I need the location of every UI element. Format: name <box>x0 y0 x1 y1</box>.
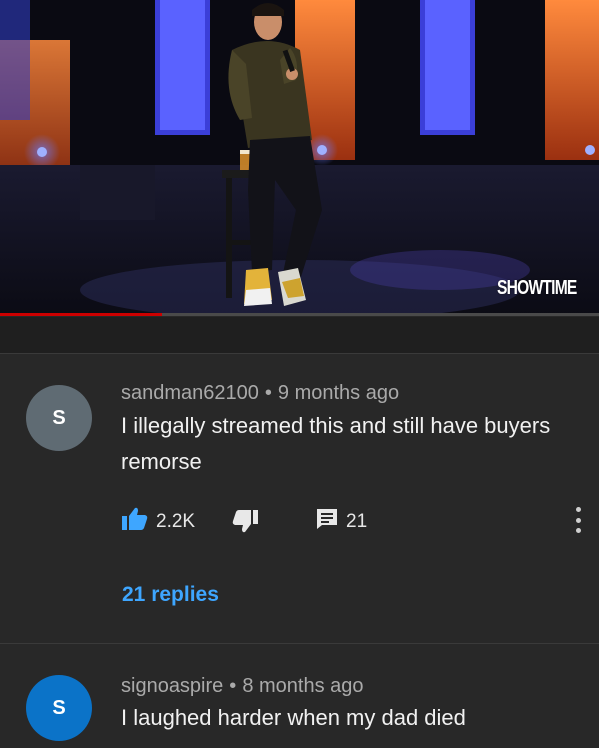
like-count: 2.2K <box>156 511 196 532</box>
avatar-letter: S <box>52 696 66 719</box>
thumbs-down-icon <box>232 509 258 539</box>
comment-text: I illegally streamed this and still have… <box>121 408 550 480</box>
divider <box>0 353 599 354</box>
avatar-letter: S <box>52 406 66 429</box>
progress-bar[interactable] <box>0 313 599 316</box>
meta-separator: • <box>229 675 237 697</box>
comment-meta: signoaspire • 8 months ago <box>121 675 364 698</box>
comment-age[interactable]: 8 months ago <box>242 675 363 697</box>
comment-author[interactable]: sandman62100 <box>121 382 259 404</box>
comment-text-line: remorse <box>121 449 202 474</box>
comment-text-line: I illegally streamed this and still have… <box>121 413 551 438</box>
reply-count: 21 <box>346 511 368 532</box>
like-button[interactable]: 2.2K <box>122 507 195 537</box>
more-vert-icon[interactable] <box>575 507 581 533</box>
comment-text-line: I laughed harder when my dad died <box>121 705 466 730</box>
player-spacer <box>0 317 599 353</box>
video-player[interactable]: SHOWTIME <box>0 0 599 316</box>
dislike-button[interactable] <box>232 509 258 539</box>
comment-author[interactable]: signoaspire <box>121 675 223 697</box>
comment-text: I laughed harder when my dad died <box>121 700 466 736</box>
thumbs-up-icon <box>122 507 148 537</box>
divider <box>0 643 599 644</box>
comment-icon <box>316 508 338 536</box>
avatar[interactable]: S <box>26 385 92 451</box>
meta-separator: • <box>264 382 272 404</box>
video-frame <box>0 0 599 316</box>
comment-age[interactable]: 9 months ago <box>278 382 399 404</box>
reply-button[interactable]: 21 <box>316 508 367 536</box>
showtime-watermark: SHOWTIME <box>497 277 577 299</box>
view-replies-link[interactable]: 21 replies <box>122 583 219 607</box>
progress-bar-fill <box>0 313 162 316</box>
avatar[interactable]: S <box>26 675 92 741</box>
comment-meta: sandman62100 • 9 months ago <box>121 382 399 405</box>
